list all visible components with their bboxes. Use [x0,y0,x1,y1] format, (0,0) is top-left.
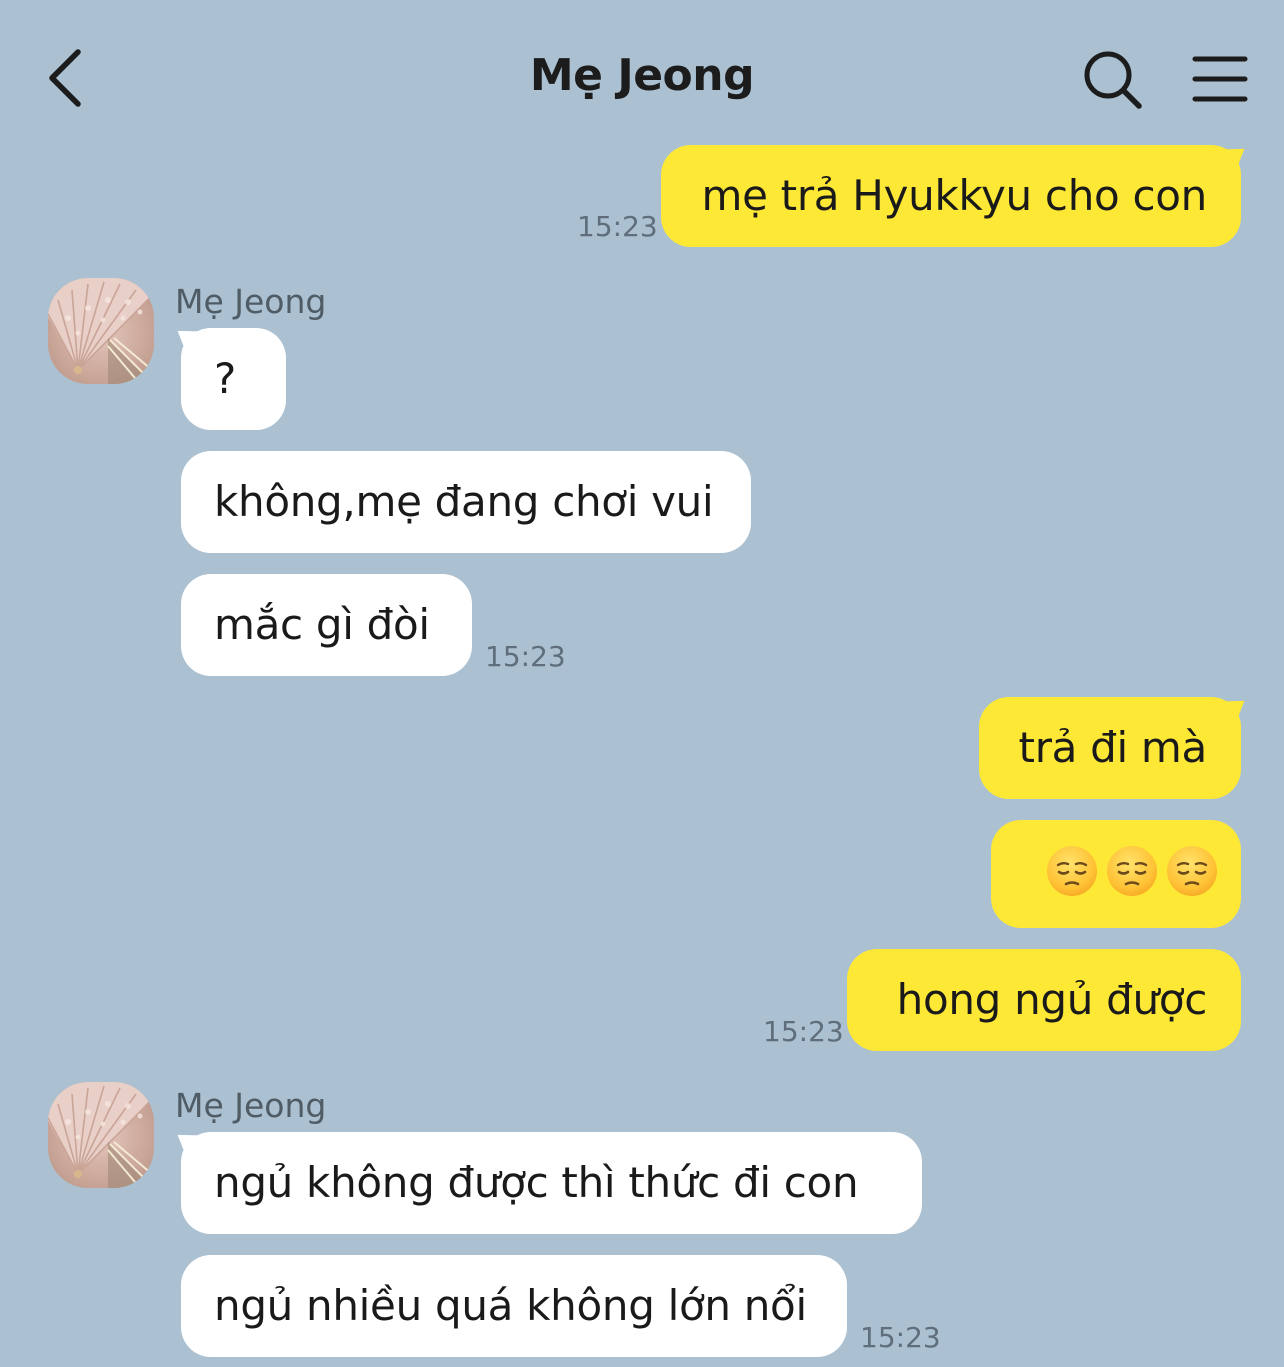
message-text: ngủ không được thì thức đi con [214,1158,859,1207]
search-icon [1084,51,1142,109]
message-text: trả đi mà [1018,723,1208,772]
fan-photo-avatar [48,278,154,384]
menu-button[interactable] [1190,52,1250,106]
message-timestamp: 15:23 [485,640,566,673]
incoming-message-bubble[interactable]: không,mẹ đang chơi vui [181,451,751,553]
message-text: mắc gì đòi [214,600,430,649]
pensive-face-emoji [1045,844,1099,898]
pensive-face-emoji [1105,844,1159,898]
incoming-message-bubble[interactable]: ngủ không được thì thức đi con [181,1132,922,1234]
avatar[interactable] [48,278,154,384]
hamburger-menu-icon [1192,56,1248,102]
incoming-message-bubble[interactable]: ? [181,328,286,430]
sender-name: Mẹ Jeong [175,1086,327,1125]
outgoing-message-bubble[interactable]: trả đi mà [979,697,1241,799]
message-text: ngủ nhiều quá không lớn nổi [214,1281,807,1330]
fan-photo-avatar [48,1082,154,1188]
message-text: không,mẹ đang chơi vui [214,477,714,526]
incoming-message-bubble[interactable]: ngủ nhiều quá không lớn nổi [181,1255,847,1357]
message-timestamp: 15:23 [577,210,658,243]
message-timestamp: 15:23 [763,1015,844,1048]
outgoing-message-bubble[interactable]: hong ngủ được [847,949,1241,1051]
incoming-message-bubble[interactable]: mắc gì đòi [181,574,472,676]
sender-name: Mẹ Jeong [175,282,327,321]
message-text: hong ngủ được [896,975,1208,1024]
avatar[interactable] [48,1082,154,1188]
message-timestamp: 15:23 [860,1321,941,1354]
search-button[interactable] [1080,48,1146,112]
message-text: ? [214,354,236,403]
message-text: mẹ trả Hyukkyu cho con [701,171,1207,220]
outgoing-message-bubble[interactable]: mẹ trả Hyukkyu cho con [661,145,1241,247]
pensive-face-emoji [1165,844,1219,898]
outgoing-emoji-bubble[interactable] [991,820,1241,928]
